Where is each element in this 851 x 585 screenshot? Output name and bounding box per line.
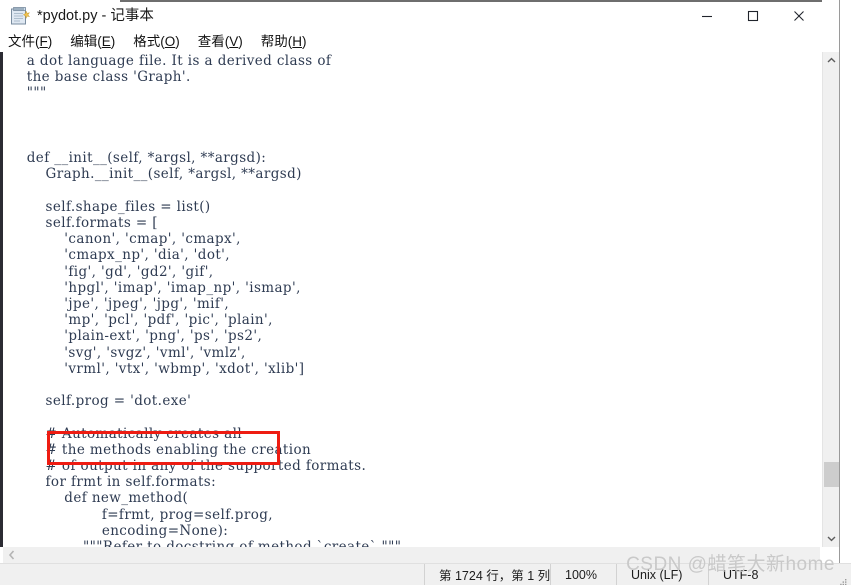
horizontal-scrollbar[interactable] [3, 547, 820, 563]
status-encoding[interactable]: UTF-8 [708, 563, 798, 585]
title-bar[interactable]: *pydot.py - 记事本 [0, 0, 851, 32]
menu-item-help-mnemonic: H [292, 34, 303, 49]
window-right-border [839, 0, 851, 585]
menu-item-help[interactable]: 帮助(H) [261, 33, 307, 51]
menu-item-view[interactable]: 查看(V) [198, 33, 243, 51]
window-title: *pydot.py - 记事本 [37, 8, 154, 24]
status-bar: 第 1724 行，第 1 列 100% Unix (LF) UTF-8 [0, 563, 851, 585]
window-controls [684, 0, 822, 32]
minimize-button[interactable] [684, 0, 730, 32]
menu-item-format-label: 格式 [133, 34, 161, 49]
code-text[interactable]: a dot language file. It is a derived cla… [8, 52, 820, 547]
status-line-ending[interactable]: Unix (LF) [616, 563, 708, 585]
menu-item-file-mnemonic: F [39, 34, 48, 49]
menu-item-view-mnemonic: V [229, 34, 239, 49]
menu-item-format[interactable]: 格式(O) [133, 33, 180, 51]
menu-item-format-mnemonic: O [164, 34, 176, 49]
menu-item-edit-mnemonic: E [101, 34, 111, 49]
resize-grip-icon[interactable] [838, 573, 848, 585]
close-button[interactable] [776, 0, 822, 32]
status-cursor-position: 第 1724 行，第 1 列 [424, 563, 550, 585]
scroll-down-icon[interactable] [823, 530, 839, 547]
status-bar-spacer [0, 564, 424, 585]
menu-item-help-label: 帮助 [260, 34, 288, 49]
notepad-window: *pydot.py - 记事本 文件(F) 编辑(E) 格式(O) 查看(V) … [0, 0, 851, 585]
menu-bar: 文件(F) 编辑(E) 格式(O) 查看(V) 帮助(H) [0, 32, 851, 52]
vertical-scrollbar-thumb[interactable] [824, 462, 839, 487]
menu-item-view-label: 查看 [197, 34, 225, 49]
menu-item-edit-label: 编辑 [70, 34, 98, 49]
editor-area[interactable]: a dot language file. It is a derived cla… [0, 52, 851, 547]
menu-item-file-label: 文件 [8, 34, 35, 49]
menu-item-edit[interactable]: 编辑(E) [70, 33, 115, 51]
vertical-scrollbar[interactable] [822, 52, 839, 547]
menu-item-file[interactable]: 文件(F) [8, 33, 52, 51]
scroll-left-icon[interactable] [3, 547, 20, 563]
notepad-icon [10, 7, 31, 26]
status-zoom-level[interactable]: 100% [550, 563, 616, 585]
scroll-up-icon[interactable] [823, 52, 839, 69]
maximize-button[interactable] [730, 0, 776, 32]
